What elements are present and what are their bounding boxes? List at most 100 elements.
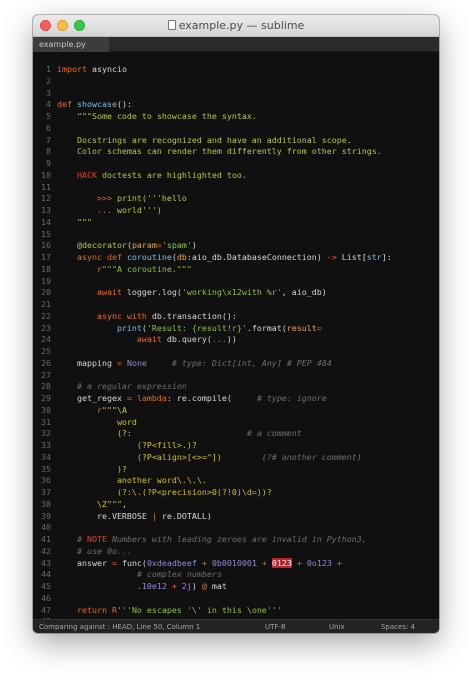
line-number: 40 [41, 522, 51, 533]
line-text: await db.query(...)) [57, 334, 237, 346]
code-token: async def [57, 252, 122, 262]
code-line[interactable]: 9 [33, 158, 439, 170]
code-line[interactable]: 14 """ [33, 217, 439, 229]
code-line[interactable]: 12 >>> print('''hello [33, 193, 439, 205]
line-text: HACK doctests are highlighted too. [57, 170, 247, 182]
code-token: 'Result: {result!r}' [146, 322, 247, 333]
code-token: 0xdeadbeef [146, 557, 197, 568]
code-line[interactable]: 2 [33, 76, 439, 88]
line-text: word [57, 417, 137, 429]
code-line[interactable]: 19 [33, 276, 439, 288]
line-text: )? [57, 464, 127, 476]
line-number: 12 [41, 193, 51, 204]
code-token: , aio_db) [281, 287, 327, 298]
code-line[interactable]: 39 re.VERBOSE | re.DOTALL) [33, 511, 439, 523]
code-token: )) [226, 334, 237, 345]
code-line[interactable]: 5 """Some code to showcase the syntax. [33, 111, 439, 123]
line-text: return R'''No escapes '\' in this \one''… [57, 605, 282, 617]
code-line[interactable]: 40 [33, 522, 439, 534]
code-line[interactable]: 7 Docstrings are recognized and have an … [33, 135, 439, 147]
code-line[interactable]: 42 # use 0o... [33, 546, 439, 558]
code-token: asyncio [86, 64, 127, 74]
code-token: # [57, 534, 87, 544]
window-title: example.py — sublime [33, 19, 439, 32]
code-token: (?P<align>[<>=^]) [57, 451, 222, 462]
code-line[interactable]: 25 [33, 346, 439, 358]
code-token: 0123 [271, 557, 292, 568]
code-line[interactable]: 1 import asyncio [33, 64, 439, 76]
code-line[interactable]: 23 print('Result: {result!r}'.format(res… [33, 323, 439, 335]
code-token: ... [211, 334, 227, 345]
line-number: 18 [41, 263, 51, 274]
line-text: (?P<fill>.)? [57, 440, 197, 452]
code-token: , [121, 498, 127, 509]
code-line[interactable]: 30 r"""\A [33, 405, 439, 417]
line-number: 17 [41, 252, 51, 262]
code-line[interactable]: 11 [33, 182, 439, 194]
code-token: # type: Dict[int, Any] # PEP 484 [171, 357, 332, 368]
code-line[interactable]: 41 # NOTE Numbers with leading zeroes ar… [33, 534, 439, 546]
code-line[interactable]: 4 def showcase(): [33, 99, 439, 111]
code-line[interactable]: 34 (?P<align>[<>=^]) (?# another comment… [33, 452, 439, 464]
title-bar[interactable]: example.py — sublime [33, 15, 439, 37]
line-text: (?: # a comment [57, 428, 302, 440]
code-line[interactable]: 37 (?:\.(?P<precision>0(?!0)\d=))? [33, 487, 439, 499]
code-token: 2j [181, 581, 192, 591]
line-number: 28 [41, 381, 51, 392]
code-line[interactable]: 15 [33, 229, 439, 241]
code-line[interactable]: 32 (?: # a comment [33, 428, 439, 440]
line-text: def showcase(): [57, 99, 132, 111]
code-line[interactable]: 20 await logger.log('working\x12with %r'… [33, 287, 439, 299]
code-token: """A coroutine.""" [101, 263, 192, 274]
line-number: 14 [41, 216, 51, 227]
code-line[interactable]: 44 # complex numbers [33, 569, 439, 581]
line-number: 19 [41, 275, 51, 286]
code-line[interactable]: 33 (?P<fill>.)? [33, 440, 439, 452]
code-line[interactable]: 46 [33, 593, 439, 605]
line-number: 22 [41, 310, 51, 321]
code-line[interactable]: 36 another word\.\.\. [33, 475, 439, 487]
code-line[interactable]: 27 [33, 370, 439, 382]
code-token: re.VERBOSE [57, 510, 152, 521]
line-number: 10 [41, 169, 51, 180]
code-line[interactable]: 43 answer = func(0xdeadbeef + 0b0010001 … [33, 557, 439, 570]
code-line[interactable]: 6 [33, 123, 439, 135]
line-text: >>> print('''hello [57, 193, 187, 205]
code-line[interactable]: 13 ... world''') [33, 205, 439, 217]
code-line[interactable]: 29 get_regex = lambda: re.compile( # typ… [33, 393, 439, 405]
code-line[interactable]: 10 HACK doctests are highlighted too. [33, 170, 439, 182]
code-line[interactable]: 45 .10e12 + 2j) @ mat [33, 581, 439, 593]
code-line[interactable]: 47 return R'''No escapes '\' in this \on… [33, 605, 439, 617]
code-line[interactable]: 38 \Z""", [33, 499, 439, 511]
code-token: Color schemas can render them differentl… [57, 146, 382, 157]
line-text: Docstrings are recognized and have an ad… [57, 135, 352, 147]
status-indentation[interactable]: Spaces: 4 [381, 623, 415, 631]
code-line[interactable]: 28 # a regular expression [33, 381, 439, 393]
line-number: 32 [41, 428, 51, 439]
code-line[interactable]: 3 [33, 88, 439, 100]
status-line-endings[interactable]: Unix [329, 623, 345, 631]
code-line[interactable]: 16 @decorator(param='spam') [33, 240, 439, 252]
code-token: ) [191, 581, 202, 591]
code-line[interactable]: 22 async with db.transaction(): [33, 311, 439, 323]
tab-example-py[interactable]: example.py [33, 37, 109, 52]
code-area[interactable]: 1 import asyncio 2 3 4 def showcase(): 5 """So… [33, 64, 439, 619]
line-number: 9 [46, 158, 51, 168]
line-text: # NOTE Numbers with leading zeroes are i… [57, 534, 367, 546]
code-line[interactable]: 21 [33, 299, 439, 311]
code-line[interactable]: 17 async def coroutine(db:aio_db.Databas… [33, 252, 439, 264]
code-line[interactable]: 35 )? [33, 464, 439, 476]
code-line[interactable]: 26 mapping = None # type: Dict[int, Any]… [33, 358, 439, 370]
status-encoding[interactable]: UTF-8 [265, 623, 285, 631]
code-line[interactable]: 24 await db.query(...)) [33, 334, 439, 346]
code-line[interactable]: 18 r"""A coroutine.""" [33, 264, 439, 276]
code-token: 0b0010001 [211, 557, 257, 568]
code-line[interactable]: 8 Color schemas can render them differen… [33, 146, 439, 158]
code-token: mapping [57, 357, 117, 368]
code-token: return [57, 604, 107, 615]
code-editor[interactable]: 1 import asyncio 2 3 4 def showcase(): 5 """So… [33, 52, 439, 619]
line-text: mapping = None # type: Dict[int, Any] # … [57, 358, 332, 370]
code-line[interactable]: 31 word [33, 417, 439, 429]
code-token: (?: [57, 428, 132, 439]
